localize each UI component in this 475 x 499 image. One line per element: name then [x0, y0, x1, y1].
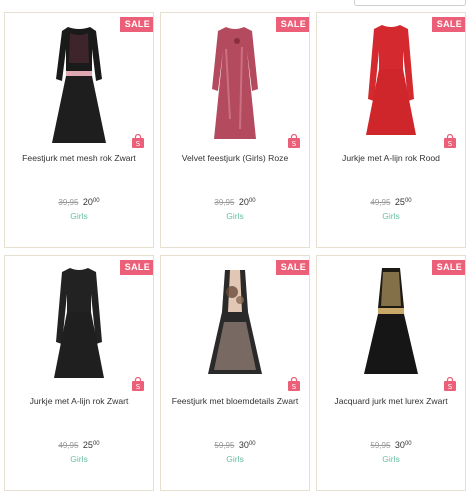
- product-image[interactable]: [5, 19, 153, 147]
- svg-text:S: S: [448, 140, 453, 148]
- shopping-bag-icon[interactable]: S: [287, 377, 301, 391]
- product-image[interactable]: [317, 19, 465, 147]
- product-image[interactable]: [317, 262, 465, 390]
- product-price: 49,95 2500: [5, 440, 153, 450]
- product-category[interactable]: Girls: [317, 454, 465, 464]
- product-title[interactable]: Feestjurk met mesh rok Zwart: [9, 153, 149, 164]
- product-image[interactable]: [161, 262, 309, 390]
- product-price: 39,95 2000: [161, 197, 309, 207]
- svg-text:S: S: [292, 140, 297, 148]
- price-cents: 00: [248, 198, 256, 204]
- product-card[interactable]: SALE S Jacquard jurk met lurex Zwart 59,…: [316, 255, 466, 491]
- shopping-bag-icon[interactable]: S: [443, 377, 457, 391]
- shopping-bag-icon[interactable]: S: [131, 377, 145, 391]
- product-card[interactable]: SALE S Jurkje met A-lijn rok Rood 49,95 …: [316, 12, 466, 248]
- price-cents: 00: [92, 198, 100, 204]
- product-grid: SALE S Feestjurk met mesh rok Zwart 39,9…: [4, 12, 466, 491]
- price-main: 30: [238, 440, 249, 450]
- product-image[interactable]: [5, 262, 153, 390]
- product-title[interactable]: Feestjurk met bloemdetails Zwart: [165, 396, 305, 407]
- svg-text:S: S: [448, 383, 453, 391]
- product-price: 59,95 3000: [161, 440, 309, 450]
- product-card[interactable]: SALE S Feestjurk met bloemdetails Zwart …: [160, 255, 310, 491]
- svg-text:S: S: [136, 383, 141, 391]
- product-title[interactable]: Velvet feestjurk (Girls) Roze: [165, 153, 305, 164]
- price-cents: 00: [404, 198, 412, 204]
- price-main: 25: [82, 440, 93, 450]
- shopping-bag-icon[interactable]: S: [443, 134, 457, 148]
- product-category[interactable]: Girls: [161, 211, 309, 221]
- product-price: 49,95 2500: [317, 197, 465, 207]
- price-cents: 00: [92, 441, 100, 447]
- product-title[interactable]: Jurkje met A-lijn rok Rood: [321, 153, 461, 164]
- price-cents: 00: [404, 441, 412, 447]
- svg-text:S: S: [292, 383, 297, 391]
- product-card[interactable]: SALE S Feestjurk met mesh rok Zwart 39,9…: [4, 12, 154, 248]
- product-title[interactable]: Jurkje met A-lijn rok Zwart: [9, 396, 149, 407]
- product-category[interactable]: Girls: [161, 454, 309, 464]
- product-card[interactable]: SALE S Jurkje met A-lijn rok Zwart 49,95…: [4, 255, 154, 491]
- product-title[interactable]: Jacquard jurk met lurex Zwart: [321, 396, 461, 407]
- product-card[interactable]: SALE S Velvet feestjurk (Girls) Roze 39,…: [160, 12, 310, 248]
- old-price: 59,95: [370, 441, 391, 450]
- old-price: 59,95: [214, 441, 235, 450]
- old-price: 39,95: [58, 198, 79, 207]
- product-image[interactable]: [161, 19, 309, 147]
- svg-text:S: S: [136, 140, 141, 148]
- search-field[interactable]: [354, 0, 466, 6]
- old-price: 49,95: [370, 198, 391, 207]
- price-cents: 00: [248, 441, 256, 447]
- price-main: 30: [394, 440, 405, 450]
- product-price: 39,95 2000: [5, 197, 153, 207]
- product-price: 59,95 3000: [317, 440, 465, 450]
- shopping-bag-icon[interactable]: S: [131, 134, 145, 148]
- old-price: 49,95: [58, 441, 79, 450]
- old-price: 39,95: [214, 198, 235, 207]
- price-main: 20: [82, 197, 93, 207]
- shopping-bag-icon[interactable]: S: [287, 134, 301, 148]
- price-main: 20: [238, 197, 249, 207]
- product-category[interactable]: Girls: [317, 211, 465, 221]
- product-category[interactable]: Girls: [5, 211, 153, 221]
- product-category[interactable]: Girls: [5, 454, 153, 464]
- price-main: 25: [394, 197, 405, 207]
